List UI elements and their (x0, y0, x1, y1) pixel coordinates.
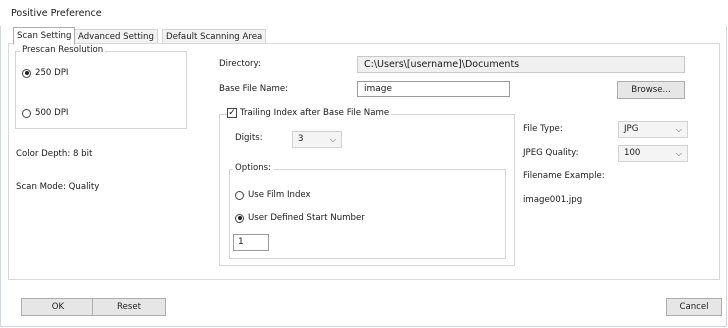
digits-value: 3 (298, 134, 304, 144)
file-type-select[interactable]: JPG ⌵ (618, 121, 688, 138)
file-type-value: JPG (624, 124, 639, 134)
directory-field[interactable]: C:\Users\[username]\Documents (357, 56, 685, 73)
digits-label: Digits: (235, 133, 263, 143)
radio-250-dpi[interactable]: 250 DPI (22, 68, 68, 78)
radio-use-film-index[interactable]: Use Film Index (235, 190, 311, 200)
check-icon: ✓ (227, 107, 237, 118)
scan-mode-text: Scan Mode: Quality (16, 182, 100, 192)
radio-label: Use Film Index (248, 190, 311, 200)
prescan-resolution-legend: Prescan Resolution (20, 45, 106, 55)
radio-500-dpi[interactable]: 500 DPI (22, 108, 68, 118)
chevron-down-icon: ⌵ (675, 125, 682, 134)
tab-scan-setting[interactable]: Scan Setting (13, 27, 76, 45)
start-number-input[interactable]: 1 (233, 234, 269, 251)
radio-label: User Defined Start Number (248, 213, 365, 223)
radio-indicator (22, 68, 31, 78)
window-title: Positive Preference (11, 8, 102, 19)
jpeg-quality-label: JPEG Quality: (523, 148, 579, 158)
title-bar: Positive Preference (0, 0, 728, 26)
base-file-name-label: Base File Name: (219, 84, 289, 94)
jpeg-quality-select[interactable]: 100 ⌵ (618, 145, 688, 162)
trailing-index-label: Trailing Index after Base File Name (240, 108, 390, 118)
filename-example-value: image001.jpg (523, 195, 583, 205)
base-file-name-input[interactable]: image (357, 81, 510, 97)
filename-example-label: Filename Example: (523, 171, 605, 181)
options-legend: Options: (233, 163, 274, 173)
radio-label: 500 DPI (35, 108, 69, 118)
radio-user-defined-start-number[interactable]: User Defined Start Number (235, 213, 365, 223)
radio-indicator (235, 190, 244, 200)
chevron-down-icon: ⌵ (675, 149, 682, 158)
radio-label: 250 DPI (35, 68, 69, 78)
browse-button[interactable]: Browse... (617, 81, 685, 99)
jpeg-quality-value: 100 (624, 148, 641, 158)
radio-indicator (235, 213, 244, 223)
directory-label: Directory: (219, 59, 261, 69)
ok-button[interactable]: OK (21, 298, 95, 316)
color-depth-text: Color Depth: 8 bit (16, 149, 93, 159)
chevron-down-icon: ⌵ (329, 135, 336, 144)
radio-indicator (22, 108, 31, 118)
trailing-index-checkbox[interactable]: ✓ Trailing Index after Base File Name (227, 107, 392, 118)
reset-button[interactable]: Reset (92, 298, 166, 316)
file-type-label: File Type: (523, 124, 563, 134)
cancel-button[interactable]: Cancel (666, 298, 722, 316)
digits-select[interactable]: 3 ⌵ (292, 131, 342, 148)
